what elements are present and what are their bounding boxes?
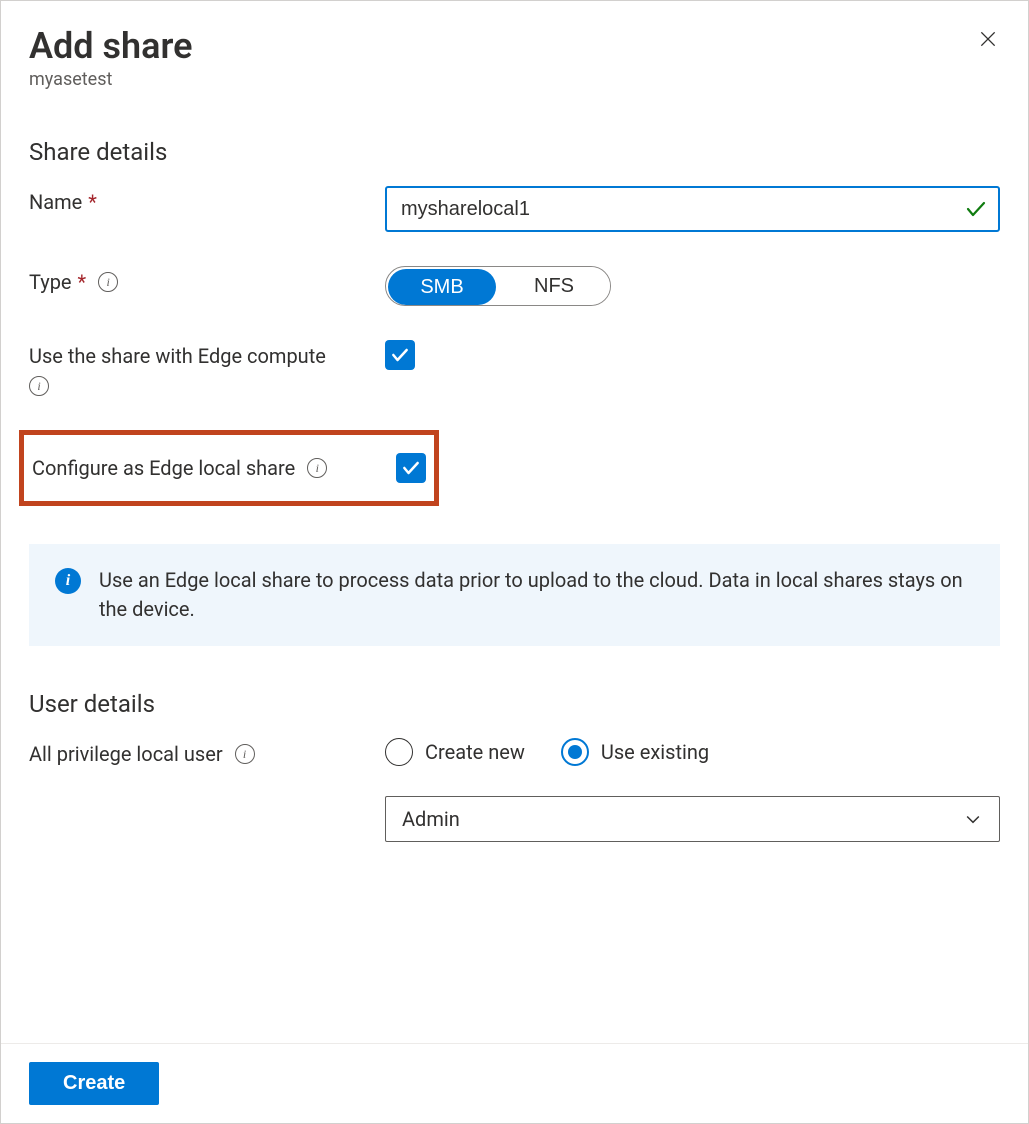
name-label: Name [29,190,82,214]
add-share-panel: Add share myasetest Share details Name *… [0,0,1029,1124]
name-label-col: Name * [29,186,385,214]
edge-local-label: Configure as Edge local share [32,456,295,480]
info-banner: i Use an Edge local share to process dat… [29,544,1000,646]
name-field [385,186,1000,232]
panel-footer: Create [1,1043,1028,1123]
info-icon[interactable]: i [29,376,49,396]
page-subtitle: myasetest [29,69,1000,90]
edge-compute-checkbox[interactable] [385,340,415,370]
edge-local-checkbox[interactable] [396,453,426,483]
edge-compute-row: Use the share with Edge compute i [29,340,1000,396]
privilege-label: All privilege local user [29,742,223,766]
type-label: Type [29,270,72,294]
info-icon[interactable]: i [307,458,327,478]
edge-local-highlight: Configure as Edge local share i [19,430,439,506]
info-icon[interactable]: i [98,272,118,292]
privilege-label-col: All privilege local user i [29,738,385,766]
required-indicator: * [88,190,97,214]
user-details-heading: User details [29,690,1000,718]
type-option-smb[interactable]: SMB [388,269,496,305]
radio-create-new[interactable]: Create new [385,738,525,766]
radio-circle-icon [561,738,589,766]
radio-circle-icon [385,738,413,766]
close-button[interactable] [972,23,1004,55]
user-select-value: Admin [402,807,460,831]
type-field: SMB NFS [385,266,1000,306]
type-label-col: Type * i [29,266,385,294]
page-title: Add share [29,25,1000,67]
privilege-field: Create new Use existing Admin [385,738,1000,842]
share-details-heading: Share details [29,138,1000,166]
type-option-nfs[interactable]: NFS [498,267,610,305]
edge-compute-field [385,340,1000,370]
name-input[interactable] [385,186,1000,232]
type-toggle: SMB NFS [385,266,611,306]
panel-body: Add share myasetest Share details Name *… [1,1,1028,1043]
radio-use-existing-label: Use existing [601,740,709,764]
info-icon[interactable]: i [235,744,255,764]
required-indicator: * [78,270,87,294]
close-icon [978,29,998,49]
privilege-radio-group: Create new Use existing [385,738,1000,766]
create-button[interactable]: Create [29,1062,159,1105]
info-banner-icon: i [55,568,81,594]
type-row: Type * i SMB NFS [29,266,1000,306]
user-select[interactable]: Admin [385,796,1000,842]
radio-use-existing[interactable]: Use existing [561,738,709,766]
radio-create-new-label: Create new [425,740,525,764]
radio-dot-icon [568,745,582,759]
name-row: Name * [29,186,1000,232]
info-banner-message: Use an Edge local share to process data … [99,566,974,624]
edge-compute-label: Use the share with Edge compute [29,344,326,368]
privilege-row: All privilege local user i Create new Us… [29,738,1000,842]
chevron-down-icon [963,809,983,829]
edge-local-label-col: Configure as Edge local share i [32,456,378,480]
validation-check-icon [964,197,988,221]
edge-compute-label-col: Use the share with Edge compute i [29,340,385,396]
